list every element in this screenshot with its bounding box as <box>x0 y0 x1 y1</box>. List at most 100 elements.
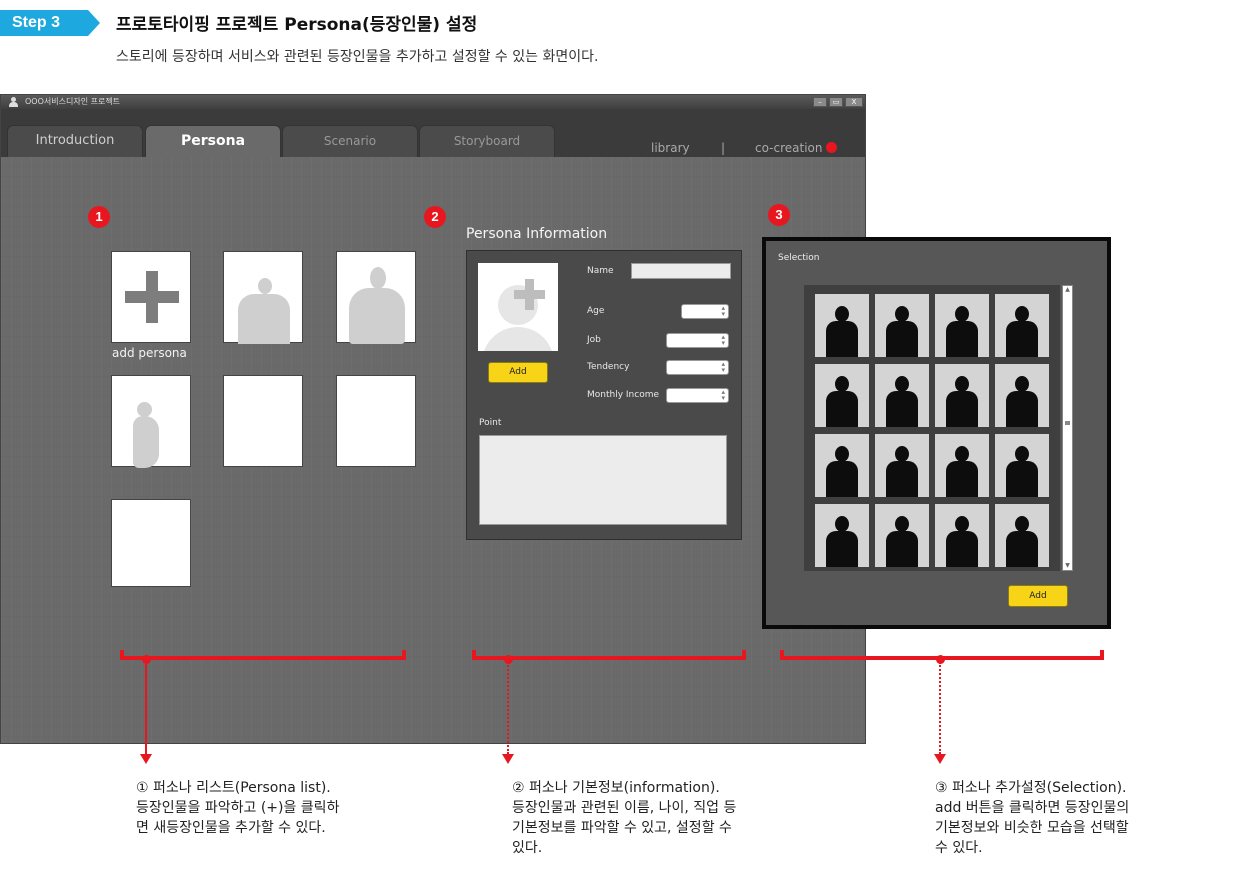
persona-thumbnail[interactable] <box>875 364 929 427</box>
persona-thumbnail[interactable] <box>935 294 989 357</box>
person-silhouette-icon <box>955 306 969 322</box>
person-silhouette-icon <box>895 446 909 462</box>
person-silhouette-icon <box>835 516 849 532</box>
person-silhouette-icon <box>835 446 849 462</box>
tendency-select[interactable]: ▴ ▾ <box>666 360 729 375</box>
description-heading: ① 퍼소나 리스트(Persona list). <box>136 780 331 796</box>
tab-bar: Introduction Persona Scenario Storyboard… <box>1 109 865 157</box>
spinner-arrows-icon: ▴ ▾ <box>721 333 725 347</box>
person-silhouette-icon <box>835 306 849 322</box>
persona-thumbnail[interactable] <box>995 294 1049 357</box>
person-silhouette-icon <box>955 516 969 532</box>
scroll-down-icon[interactable]: ▼ <box>1063 562 1072 570</box>
persona-card[interactable] <box>111 375 191 468</box>
silhouette-body <box>1006 391 1038 427</box>
cocreation-link[interactable]: co-creation <box>755 141 838 155</box>
persona-thumbnail[interactable] <box>935 504 989 567</box>
persona-photo[interactable] <box>478 263 558 351</box>
person-silhouette-icon <box>895 306 909 322</box>
persona-info-panel: Add Name Age ▴ ▾ Job ▴ ▾ Tendency ▴ ▾ Month… <box>466 250 742 540</box>
persona-card-empty[interactable] <box>336 375 416 467</box>
persona-card-empty[interactable] <box>223 375 303 467</box>
marker-3: 3 <box>768 204 790 226</box>
description-line: 면 새등장인물을 추가할 수 있다. <box>136 820 326 836</box>
scroll-up-icon[interactable]: ▲ <box>1063 286 1072 294</box>
spinner-arrows-icon: ▴ ▾ <box>721 360 725 374</box>
minimize-button[interactable]: – <box>813 97 827 107</box>
user-icon <box>9 97 18 107</box>
tab-separator: | <box>721 141 726 155</box>
age-select[interactable]: ▴ ▾ <box>681 304 729 319</box>
connector-line-3 <box>939 662 941 754</box>
silhouette-body <box>826 531 858 567</box>
person-silhouette-icon <box>835 376 849 392</box>
person-silhouette-icon <box>895 376 909 392</box>
add-persona-label: add persona <box>112 346 187 360</box>
person-silhouette-icon <box>370 267 386 289</box>
plus-icon-bar <box>125 291 179 303</box>
silhouette-body <box>886 321 918 357</box>
silhouette-body <box>946 321 978 357</box>
description-line: 등장인물과 관련된 이름, 나이, 직업 등 <box>512 800 737 816</box>
silhouette-body <box>349 288 405 344</box>
add-persona-card[interactable] <box>111 251 191 343</box>
persona-card-empty[interactable] <box>111 499 191 587</box>
persona-thumbnail[interactable] <box>935 434 989 497</box>
silhouette-body <box>1006 531 1038 567</box>
persona-thumbnail[interactable] <box>995 504 1049 567</box>
scroll-thumb[interactable] <box>1065 421 1070 425</box>
monthly-income-select[interactable]: ▴ ▾ <box>666 388 729 403</box>
persona-thumbnail[interactable] <box>815 364 869 427</box>
person-silhouette-icon <box>1015 446 1029 462</box>
spinner-arrows-icon: ▴ ▾ <box>721 388 725 402</box>
persona-thumbnail[interactable] <box>995 434 1049 497</box>
window-title: OOO서비스디자인 프로젝트 <box>25 97 121 106</box>
silhouette-body <box>946 531 978 567</box>
description-selection: ③ 퍼소나 추가설정(Selection). add 버튼을 클릭하면 등장인물… <box>935 778 1129 858</box>
persona-thumbnail[interactable] <box>935 364 989 427</box>
add-photo-button[interactable]: Add <box>488 362 548 383</box>
tab-introduction[interactable]: Introduction <box>7 125 143 157</box>
silhouette-body <box>886 531 918 567</box>
page-title: 프로토타이핑 프로젝트 Persona(등장인물) 설정 <box>116 15 478 35</box>
selection-panel: Selection ▲ ▼ Add <box>762 237 1111 629</box>
silhouette-body <box>1006 321 1038 357</box>
persona-thumbnail[interactable] <box>875 294 929 357</box>
name-input[interactable] <box>631 263 731 279</box>
persona-card[interactable] <box>223 251 303 344</box>
name-label: Name <box>587 266 614 276</box>
tab-persona[interactable]: Persona <box>145 125 281 157</box>
silhouette-body <box>946 461 978 497</box>
silhouette-body <box>946 391 978 427</box>
tab-scenario[interactable]: Scenario <box>282 125 418 157</box>
selection-scrollbar[interactable]: ▲ ▼ <box>1062 285 1073 571</box>
library-link[interactable]: library <box>651 141 690 155</box>
avatar-placeholder-body <box>482 327 554 351</box>
page-subtitle: 스토리에 등장하며 서비스와 관련된 등장인물을 추가하고 설정할 수 있는 화… <box>116 49 599 65</box>
persona-thumbnail[interactable] <box>815 434 869 497</box>
description-persona-list: ① 퍼소나 리스트(Persona list). 등장인물을 파악하고 (+)을… <box>136 778 339 838</box>
age-label: Age <box>587 306 605 316</box>
monthly-income-label: Monthly Income <box>587 390 660 400</box>
maximize-button[interactable]: ▭ <box>829 97 843 107</box>
person-silhouette-icon <box>1015 306 1029 322</box>
silhouette-body <box>826 321 858 357</box>
persona-thumbnail[interactable] <box>875 434 929 497</box>
selection-add-button[interactable]: Add <box>1008 585 1068 607</box>
silhouette-body <box>238 294 290 344</box>
selection-title: Selection <box>778 253 820 263</box>
persona-card[interactable] <box>336 251 416 344</box>
point-textarea[interactable] <box>479 435 727 525</box>
persona-thumbnail[interactable] <box>995 364 1049 427</box>
silhouette-body <box>826 461 858 497</box>
job-select[interactable]: ▴ ▾ <box>666 333 729 348</box>
persona-thumbnail[interactable] <box>875 504 929 567</box>
persona-thumbnail[interactable] <box>815 294 869 357</box>
description-heading: ③ 퍼소나 추가설정(Selection). <box>935 780 1127 796</box>
cocreation-label: co-creation <box>755 141 823 155</box>
description-line: 기본정보를 파악할 수 있고, 설정할 수 <box>512 820 732 836</box>
add-photo-plus-bar <box>514 290 545 299</box>
persona-thumbnail[interactable] <box>815 504 869 567</box>
tab-storyboard[interactable]: Storyboard <box>419 125 555 157</box>
close-button[interactable]: X <box>845 97 863 107</box>
